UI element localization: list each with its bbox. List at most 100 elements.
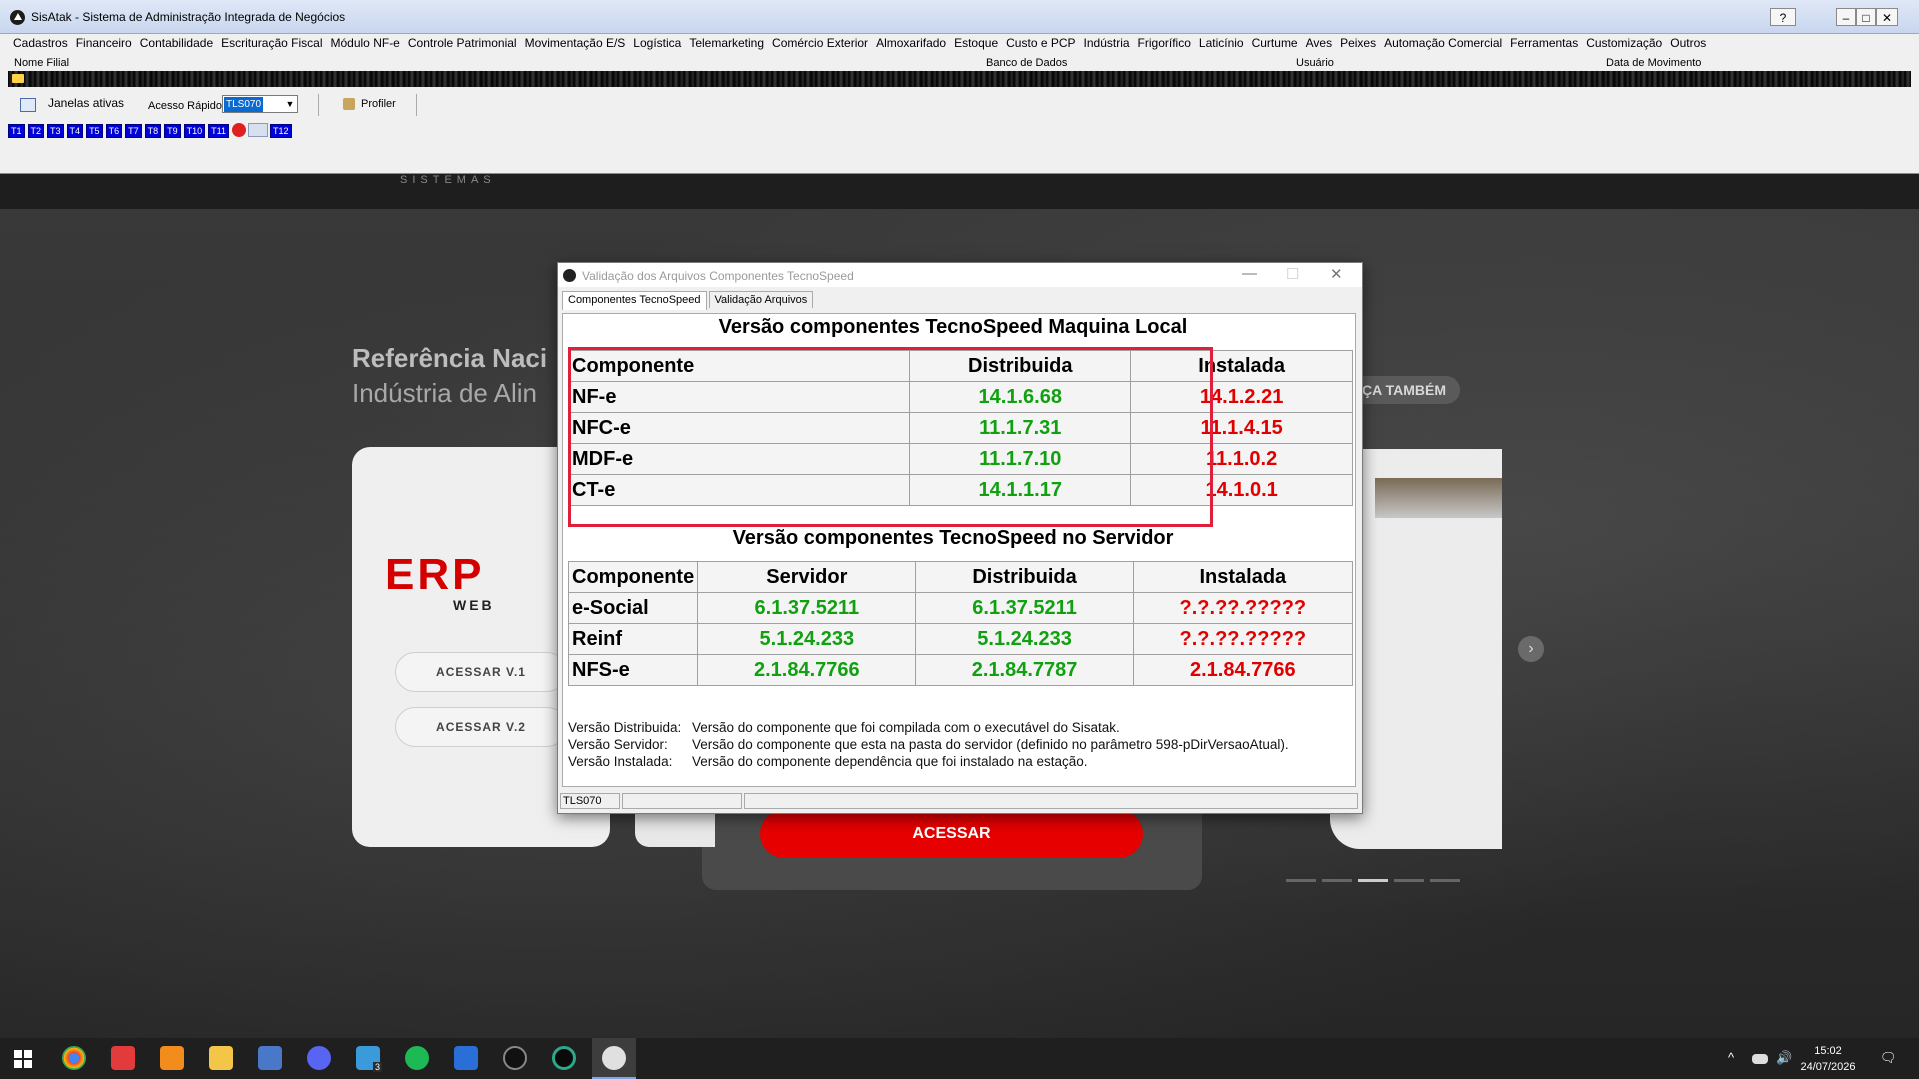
menu-item[interactable]: Outros — [1666, 33, 1710, 53]
menu-item[interactable]: Frigorífico — [1134, 33, 1195, 53]
menu-item[interactable]: Escrituração Fiscal — [217, 33, 326, 53]
help-button[interactable]: ? — [1770, 8, 1796, 26]
menu-item[interactable]: Automação Comercial — [1380, 33, 1506, 53]
toolbar: Janelas ativas Acesso Rápido TLS070 ▼ Pr… — [8, 92, 1911, 120]
version-servidor: 5.1.24.233 — [697, 623, 917, 655]
close-button[interactable]: ✕ — [1876, 8, 1898, 26]
menu-item[interactable]: Movimentação E/S — [521, 33, 630, 53]
windows-icon — [20, 98, 36, 112]
acessar-v1-button[interactable]: ACESSAR V.1 — [395, 652, 567, 692]
window-tab-t4[interactable]: T4 — [66, 124, 84, 138]
version-distribuida: 5.1.24.233 — [915, 623, 1134, 655]
menu-item[interactable]: Peixes — [1336, 33, 1380, 53]
nome-filial-label: Nome Filial — [14, 57, 70, 69]
menu-item[interactable]: Módulo NF-e — [327, 33, 404, 53]
minimize-button[interactable]: – — [1836, 8, 1856, 26]
dialog-minimize-button[interactable]: — — [1242, 265, 1257, 282]
chevron-down-icon[interactable]: ▼ — [283, 96, 297, 112]
legend-key: Versão Distribuida: — [568, 720, 682, 735]
component-name: e-Social — [567, 592, 699, 624]
window-tab-t6[interactable]: T6 — [105, 124, 123, 138]
menu-item[interactable]: Estoque — [950, 33, 1002, 53]
carousel-dots[interactable] — [1286, 869, 1466, 887]
window-tab-t8[interactable]: T8 — [144, 124, 162, 138]
carousel-dot[interactable] — [1430, 879, 1460, 882]
menu-item[interactable]: Telemarketing — [685, 33, 768, 53]
version-instalada: 2.1.84.7766 — [1132, 654, 1354, 686]
toolbar-divider — [416, 94, 417, 116]
usuario-label: Usuário — [1296, 57, 1334, 69]
carousel-dot[interactable] — [1322, 879, 1352, 882]
clock-app-icon[interactable] — [503, 1046, 527, 1070]
menu-item[interactable]: Comércio Exterior — [768, 33, 872, 53]
discord-icon[interactable] — [307, 1046, 331, 1070]
carousel-dot-active[interactable] — [1358, 879, 1388, 882]
windows-start-icon[interactable] — [14, 1050, 32, 1068]
window-tab-t9[interactable]: T9 — [164, 124, 181, 138]
spotify-icon[interactable] — [405, 1046, 429, 1070]
file-explorer-icon[interactable] — [209, 1046, 233, 1070]
profiler-button[interactable]: Profiler — [361, 98, 396, 110]
maximize-button[interactable]: □ — [1856, 8, 1876, 26]
window-tab-t10[interactable]: T10 — [183, 124, 206, 138]
tab-validacao-arquivos[interactable]: Validação Arquivos — [708, 291, 814, 308]
window-tab-t7[interactable]: T7 — [125, 124, 142, 138]
window-tab-t12[interactable]: T12 — [270, 124, 292, 138]
window-tab-t11[interactable]: T11 — [208, 124, 229, 138]
menu-item[interactable]: Cadastros — [0, 33, 72, 53]
menu-item[interactable]: Customização — [1582, 33, 1666, 53]
acessar-button[interactable]: ACESSAR — [760, 810, 1143, 858]
legend-line: Versão Instalada: Versão do componente de… — [568, 753, 1289, 770]
menu-item[interactable]: Custo e PCP — [1002, 33, 1079, 53]
notification-icon[interactable]: 🗨 — [1880, 1050, 1897, 1066]
window-tab-t5[interactable]: T5 — [86, 124, 103, 138]
dialog-titlebar[interactable]: Validação dos Arquivos Componentes Tecno… — [558, 263, 1362, 287]
menu-item[interactable]: Logística — [629, 33, 685, 53]
local-section-title: Versão componentes TecnoSpeed Maquina Lo… — [718, 316, 1188, 338]
dialog-maximize-button[interactable]: ☐ — [1286, 265, 1299, 283]
profiler-icon[interactable] — [343, 98, 355, 110]
chrome-icon[interactable] — [62, 1046, 86, 1070]
window-tab-t1[interactable]: T1 — [8, 124, 25, 138]
window-titlebar[interactable]: SisAtak - Sistema de Administração Integ… — [0, 0, 1919, 34]
folder-icon[interactable] — [12, 74, 24, 83]
window-tab-t3[interactable]: T3 — [47, 124, 64, 138]
menu-item[interactable]: Contabilidade — [136, 33, 217, 53]
carousel-next-icon[interactable]: › — [1518, 636, 1544, 662]
taskbar-clock[interactable]: 15:02 24/07/2026 — [1788, 1043, 1868, 1075]
app-icon[interactable]: 3 — [356, 1046, 382, 1072]
menu-item[interactable]: Almoxarifado — [872, 33, 950, 53]
menu-item[interactable]: Laticínio — [1195, 33, 1248, 53]
discord-tray-icon[interactable] — [1752, 1054, 1768, 1064]
stop-icon[interactable] — [232, 123, 246, 137]
column-header: Servidor — [697, 561, 917, 593]
column-header: Instalada — [1132, 561, 1354, 593]
document-icon[interactable] — [248, 123, 268, 137]
menu-item[interactable]: Indústria — [1080, 33, 1134, 53]
background-sistemas-text: SISTEMAS — [400, 174, 496, 186]
carousel-dot[interactable] — [1286, 879, 1316, 882]
menu-item[interactable]: Ferramentas — [1506, 33, 1582, 53]
carousel-dot[interactable] — [1394, 879, 1424, 882]
mail-icon[interactable] — [454, 1046, 478, 1070]
tray-chevron-icon[interactable]: ^ — [1728, 1050, 1734, 1065]
menu-item[interactable]: Curtume — [1248, 33, 1302, 53]
componentes-panel: Versão componentes TecnoSpeed Maquina Lo… — [562, 313, 1356, 787]
menu-item[interactable]: Financeiro — [72, 33, 136, 53]
dialog-close-button[interactable]: ✕ — [1330, 265, 1343, 283]
anydesk-icon[interactable] — [111, 1046, 135, 1070]
acesso-rapido-combo[interactable]: TLS070 ▼ — [222, 95, 298, 113]
menu-item[interactable]: Aves — [1302, 33, 1336, 53]
menu-item[interactable]: Controle Patrimonial — [404, 33, 521, 53]
window-tab-t2[interactable]: T2 — [27, 124, 45, 138]
tab-componentes-tecnospeed[interactable]: Componentes TecnoSpeed — [562, 291, 707, 310]
sisatak-taskbar-icon[interactable] — [602, 1046, 626, 1070]
toolbar-divider — [318, 94, 319, 116]
acesso-rapido-value[interactable]: TLS070 — [224, 97, 264, 112]
sublime-icon[interactable] — [160, 1046, 184, 1070]
legend-line: Versão Distribuida: Versão do componente … — [568, 719, 1289, 736]
app-icon[interactable] — [258, 1046, 282, 1070]
janelas-ativas-button[interactable]: Janelas ativas — [48, 96, 124, 110]
app-icon[interactable] — [552, 1046, 576, 1070]
acessar-v2-button[interactable]: ACESSAR V.2 — [395, 707, 567, 747]
